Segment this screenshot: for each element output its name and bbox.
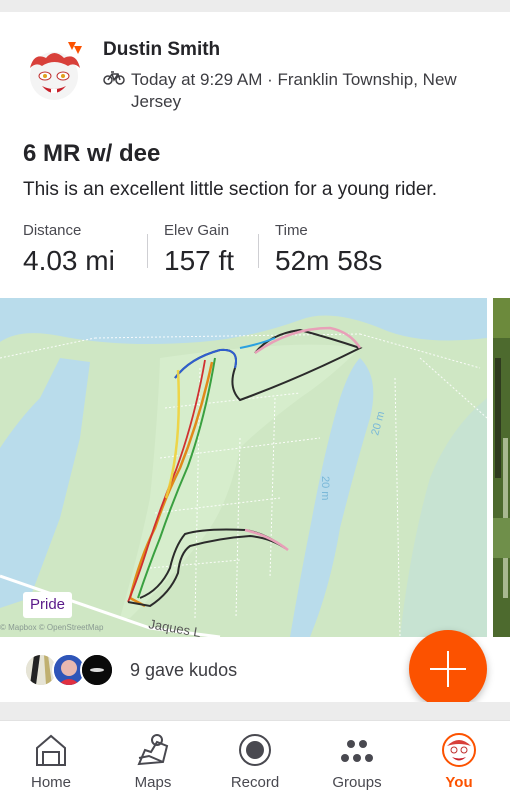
tab-label: Home	[30, 774, 71, 791]
activity-time-location: Today at 9:29 AM · Franklin Township, Ne…	[131, 70, 457, 111]
stat-value: 52m 58s	[275, 245, 383, 276]
map-attribution[interactable]: © Mapbox © OpenStreetMap	[0, 623, 103, 632]
activity-description: This is an excellent little section for …	[23, 179, 437, 200]
stat-label: Elev Gain	[164, 222, 230, 239]
add-plus-button[interactable]	[409, 630, 487, 702]
activity-photo-thumbnail[interactable]	[493, 298, 510, 637]
record-icon	[239, 734, 271, 766]
athlete-name[interactable]: Dustin Smith	[103, 39, 220, 61]
stat-value: 4.03 mi	[23, 245, 115, 276]
home-icon	[36, 734, 66, 766]
stat-label: Distance	[23, 222, 82, 239]
contour-label: 20 m	[319, 476, 331, 500]
stat-distance: Distance 4.03 mi	[23, 222, 115, 277]
tab-label: Groups	[332, 774, 382, 791]
stat-label: Time	[275, 222, 308, 239]
tab-you[interactable]: You	[408, 721, 510, 801]
bike-icon	[103, 71, 125, 85]
stat-value: 157 ft	[164, 245, 235, 276]
stat-divider	[258, 234, 259, 268]
pride-badge: Pride	[23, 592, 73, 618]
top-edge	[0, 0, 510, 12]
kudos-count[interactable]: 9 gave kudos	[130, 660, 237, 681]
tab-label: Maps	[134, 774, 172, 791]
tab-home[interactable]: Home	[0, 721, 102, 801]
activity-card[interactable]: Dustin Smith Today at 9:29 AM · Franklin…	[0, 12, 510, 702]
profile-avatar-icon	[442, 733, 476, 767]
kudos-avatar[interactable]	[80, 653, 114, 687]
tab-record[interactable]: Record	[204, 721, 306, 801]
groups-icon	[341, 740, 373, 762]
route-map[interactable]: 20 m 20 m Jaques L	[0, 298, 488, 640]
bottom-nav: Home Maps Record Groups You	[0, 720, 510, 801]
athlete-avatar[interactable]	[24, 42, 86, 104]
stat-divider	[147, 234, 148, 268]
tab-groups[interactable]: Groups	[306, 721, 408, 801]
stat-elev-gain: Elev Gain 157 ft	[164, 222, 234, 277]
activity-title[interactable]: 6 MR w/ dee	[23, 140, 160, 168]
tab-maps[interactable]: Maps	[102, 721, 204, 801]
tab-label: Record	[230, 774, 280, 791]
stat-time: Time 52m 58s	[275, 222, 382, 277]
maps-icon	[137, 734, 169, 766]
tab-label: You	[445, 774, 473, 791]
